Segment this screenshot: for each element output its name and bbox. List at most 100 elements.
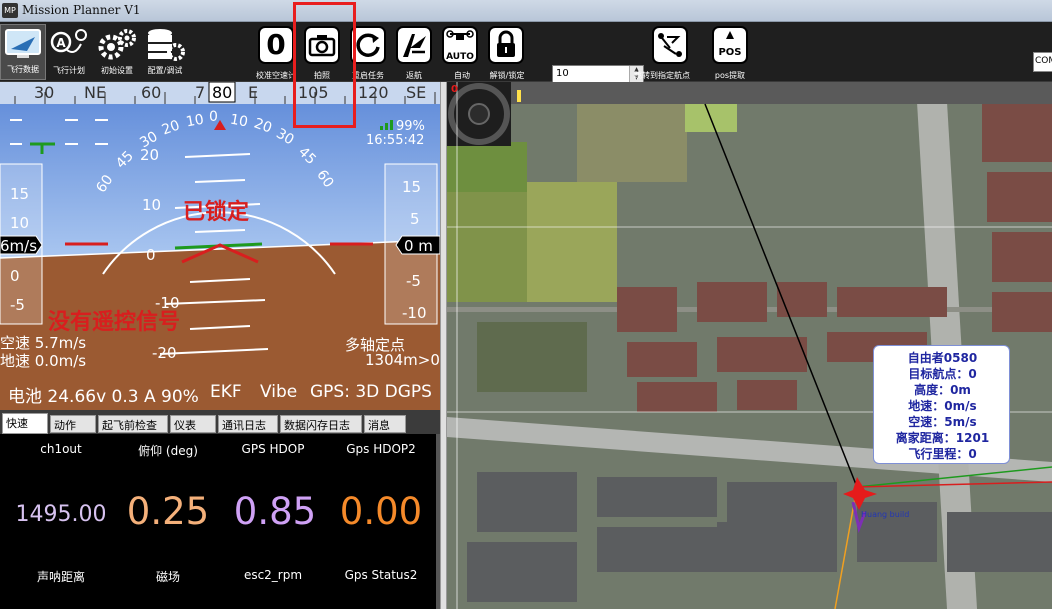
speed-tape-label: 0 — [10, 267, 20, 285]
heading-tick-se: SE — [406, 83, 427, 102]
alt-tape-label: -5 — [406, 272, 421, 290]
drone-icon — [446, 30, 474, 40]
pin-icon — [726, 31, 734, 39]
calibrate-airspeed-button[interactable]: 0 — [258, 26, 294, 64]
flight-plan-icon: A — [50, 29, 87, 53]
quick-label: esc2_rpm — [243, 568, 303, 582]
com-port-select[interactable]: COM — [1033, 52, 1052, 72]
svg-text:A: A — [56, 36, 66, 50]
goto-waypoint-label: 跳转到指定航点 — [634, 71, 690, 80]
main-toolbar: 飞行数据 A 飞行计划 初始设置 配置/调试 0 校准空速计 拍照 重启任务 返… — [0, 22, 1052, 112]
vehicle-label: Huang build — [861, 510, 910, 519]
quick-label: Gps HDOP2 — [346, 442, 416, 456]
info-home-distance: 离家距离：1201 — [895, 431, 990, 445]
home-marker: 0 — [451, 84, 458, 95]
data-tabs: 快速 动作 起飞前检查 仪表 通讯日志 数据闪存日志 消息 — [0, 410, 440, 434]
info-groundspeed: 地速：0m/s — [908, 399, 977, 413]
nav-label: 配置/调试 — [147, 66, 183, 75]
arm-disarm-label: 解锁/锁定 — [489, 71, 525, 80]
mission-planner-window: MP Mission Planner V1 飞行数据 A 飞行计划 初始设置 配… — [0, 0, 1052, 609]
tab-actions[interactable]: 动作 — [50, 415, 96, 433]
speed-tape-label: -5 — [10, 296, 25, 314]
pitch-label: 0 — [146, 246, 156, 264]
battery-status: 电池 24.66v 0.3 A 90% — [8, 387, 199, 407]
current-speed: 6m/s — [0, 237, 38, 255]
nav-label: 飞行数据 — [7, 65, 39, 74]
restart-icon — [356, 33, 380, 57]
database-gear-icon — [148, 29, 185, 61]
vibe-status[interactable]: Vibe — [260, 382, 297, 402]
window-title: Mission Planner V1 — [22, 3, 141, 17]
info-flight-distance: 飞行里程：0 — [908, 447, 977, 461]
nav-flight-plan[interactable]: A 飞行计划 — [46, 24, 92, 80]
ekf-status[interactable]: EKF — [210, 382, 242, 402]
info-vehicle-name: 自由者0580 — [907, 351, 978, 365]
return-to-launch-button[interactable] — [396, 26, 432, 64]
rtl-icon — [403, 34, 426, 57]
hud-panel: 30 NE 60 7 80 E 105 120 SE 60 45 30 20 1… — [0, 82, 440, 410]
app-logo-icon: MP — [2, 3, 18, 18]
quick-value-gps-hdop: 0.85 — [233, 490, 317, 533]
waypoint-number-value: 10 — [556, 68, 569, 79]
auto-mode-button[interactable]: AUTO — [442, 26, 478, 64]
info-target-waypoint: 目标航点：0 — [908, 367, 977, 381]
tab-gauges[interactable]: 仪表 — [170, 415, 216, 433]
heading-left-marker: 7 — [195, 83, 206, 102]
tab-telemetry-logs[interactable]: 通讯日志 — [218, 415, 278, 433]
tab-dataflash-logs[interactable]: 数据闪存日志 — [280, 415, 362, 433]
quick-label: 磁场 — [155, 570, 180, 584]
panel-splitter[interactable] — [440, 82, 447, 609]
nav-config-tuning[interactable]: 配置/调试 — [142, 24, 188, 80]
quick-value-ch1out: 1495.00 — [15, 502, 107, 527]
pitch-label: -20 — [152, 344, 177, 362]
nav-flight-data[interactable]: 飞行数据 — [0, 24, 46, 80]
speed-tape-label: 10 — [10, 214, 30, 232]
pitch-label: 20 — [140, 146, 160, 164]
highlight-annotation — [293, 2, 356, 128]
roll-label: 10 — [184, 111, 206, 131]
speed-tape-label: 15 — [10, 185, 30, 203]
nav-initial-setup[interactable]: 初始设置 — [94, 24, 140, 80]
vehicle-info-popup: 自由者0580 目标航点：0 高度：0m 地速：0m/s 空速：5m/s 离家距… — [873, 345, 1010, 464]
quick-panel: ch1out 俯仰 (deg) GPS HDOP Gps HDOP2 1495.… — [0, 434, 440, 609]
quick-value-gps-hdop2: 0.00 — [339, 490, 423, 533]
heading-tick-60: 60 — [141, 83, 162, 102]
heading-tick-e: E — [248, 83, 259, 102]
goto-waypoint-icon — [658, 33, 682, 57]
quick-label: 俯仰 (deg) — [138, 444, 198, 458]
groundspeed-readout: 地速 0.0m/s — [0, 352, 87, 370]
return-to-launch-label: 返航 — [406, 71, 422, 80]
hud-time: 16:55:42 — [366, 133, 425, 148]
quick-label: Gps Status2 — [344, 568, 418, 582]
link-quality: 99% — [396, 119, 425, 134]
nav-label: 初始设置 — [101, 66, 133, 75]
title-bar: MP Mission Planner V1 — [0, 0, 1052, 22]
gps-status: GPS: 3D DGPS — [310, 382, 432, 402]
alt-tape-label: -10 — [402, 304, 427, 322]
info-altitude: 高度：0m — [914, 383, 971, 397]
tab-messages[interactable]: 消息 — [364, 415, 406, 433]
nav-label: 飞行计划 — [53, 66, 85, 75]
quick-value-pitch: 0.25 — [126, 490, 210, 533]
pitch-label: 10 — [142, 196, 162, 214]
quick-label: 声呐距离 — [36, 570, 85, 584]
alt-tape-label: 5 — [410, 210, 420, 228]
pos-extract-button[interactable]: POS — [712, 26, 748, 64]
goto-waypoint-button[interactable] — [652, 26, 688, 64]
tab-preflight[interactable]: 起飞前检查 — [98, 415, 168, 433]
info-airspeed: 空速：5m/s — [908, 415, 977, 429]
armed-status: 已锁定 — [183, 200, 250, 225]
quick-label: GPS HDOP — [241, 442, 305, 456]
quick-label: ch1out — [40, 442, 82, 456]
heading-tick-120: 120 — [358, 83, 389, 102]
arm-disarm-button[interactable] — [488, 26, 524, 64]
waypoint-distance: 1304m>0 — [365, 351, 440, 369]
auto-mode-label: 自动 — [454, 71, 470, 80]
heading-tick-30: 30 — [34, 83, 55, 102]
lock-icon — [497, 30, 515, 57]
tab-quick[interactable]: 快速 — [2, 413, 48, 434]
heading-current: 80 — [212, 83, 233, 102]
plane-screen-icon — [5, 29, 41, 58]
roll-label: 0 — [209, 109, 218, 125]
current-altitude: 0 m — [404, 237, 433, 255]
